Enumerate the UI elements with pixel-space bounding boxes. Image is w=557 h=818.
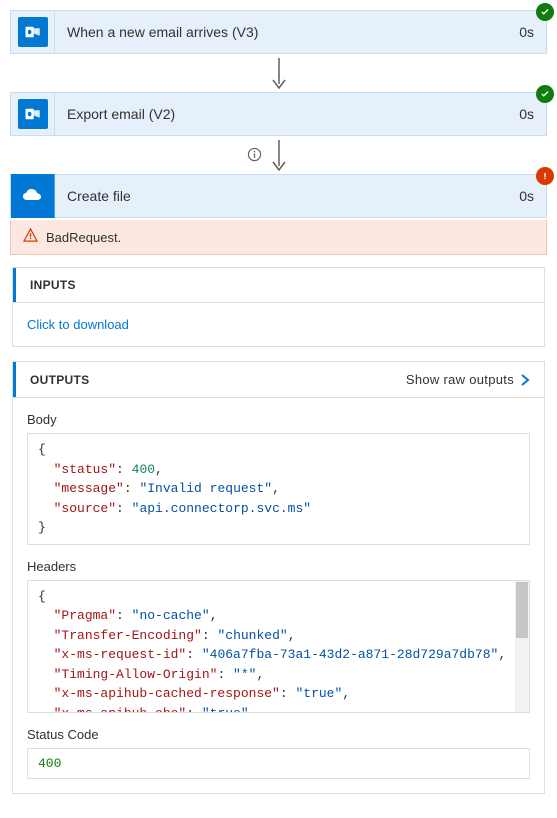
- step-title: Export email (V2): [55, 106, 507, 122]
- body-message-value: Invalid request: [147, 481, 264, 496]
- step-create-file[interactable]: Create file 0s: [10, 174, 547, 218]
- inputs-header-label: INPUTS: [30, 278, 76, 292]
- inputs-panel: INPUTS Click to download: [12, 267, 545, 347]
- body-output[interactable]: { "status": 400, "message": "Invalid req…: [27, 433, 530, 545]
- outputs-panel: OUTPUTS Show raw outputs Body { "status"…: [12, 361, 545, 794]
- info-icon: [247, 147, 262, 165]
- download-inputs-link[interactable]: Click to download: [27, 317, 129, 332]
- error-banner: BadRequest.: [10, 220, 547, 255]
- scrollbar[interactable]: [515, 581, 529, 712]
- flow-arrow: [10, 56, 547, 92]
- outlook-icon: [11, 10, 55, 54]
- step-duration: 0s: [507, 106, 546, 122]
- step-title: Create file: [55, 188, 507, 204]
- headers-label: Headers: [27, 559, 530, 574]
- body-label: Body: [27, 412, 530, 427]
- step-when-email-arrives[interactable]: When a new email arrives (V3) 0s: [10, 10, 547, 54]
- show-raw-label: Show raw outputs: [406, 372, 514, 387]
- chevron-right-icon: [520, 374, 530, 386]
- check-icon: [536, 85, 554, 103]
- step-export-email[interactable]: Export email (V2) 0s: [10, 92, 547, 136]
- headers-output[interactable]: { "Pragma": "no-cache", "Transfer-Encodi…: [27, 580, 530, 713]
- onedrive-icon: [11, 174, 55, 218]
- step-duration: 0s: [507, 24, 546, 40]
- status-code-value[interactable]: 400: [27, 748, 530, 779]
- step-title: When a new email arrives (V3): [55, 24, 507, 40]
- body-source-value: api.connectorp.svc.ms: [139, 501, 303, 516]
- step-duration: 0s: [507, 188, 546, 204]
- inputs-header: INPUTS: [13, 268, 544, 302]
- error-message: BadRequest.: [46, 230, 121, 245]
- flow-arrow: [10, 138, 547, 174]
- outlook-icon: [11, 92, 55, 136]
- outputs-header-label: OUTPUTS: [30, 373, 89, 387]
- warning-icon: [23, 228, 38, 246]
- show-raw-outputs-button[interactable]: Show raw outputs: [406, 372, 530, 387]
- status-code-label: Status Code: [27, 727, 530, 742]
- error-icon: [536, 167, 554, 185]
- outputs-header: OUTPUTS Show raw outputs: [13, 362, 544, 397]
- body-status-value: 400: [132, 462, 155, 477]
- check-icon: [536, 3, 554, 21]
